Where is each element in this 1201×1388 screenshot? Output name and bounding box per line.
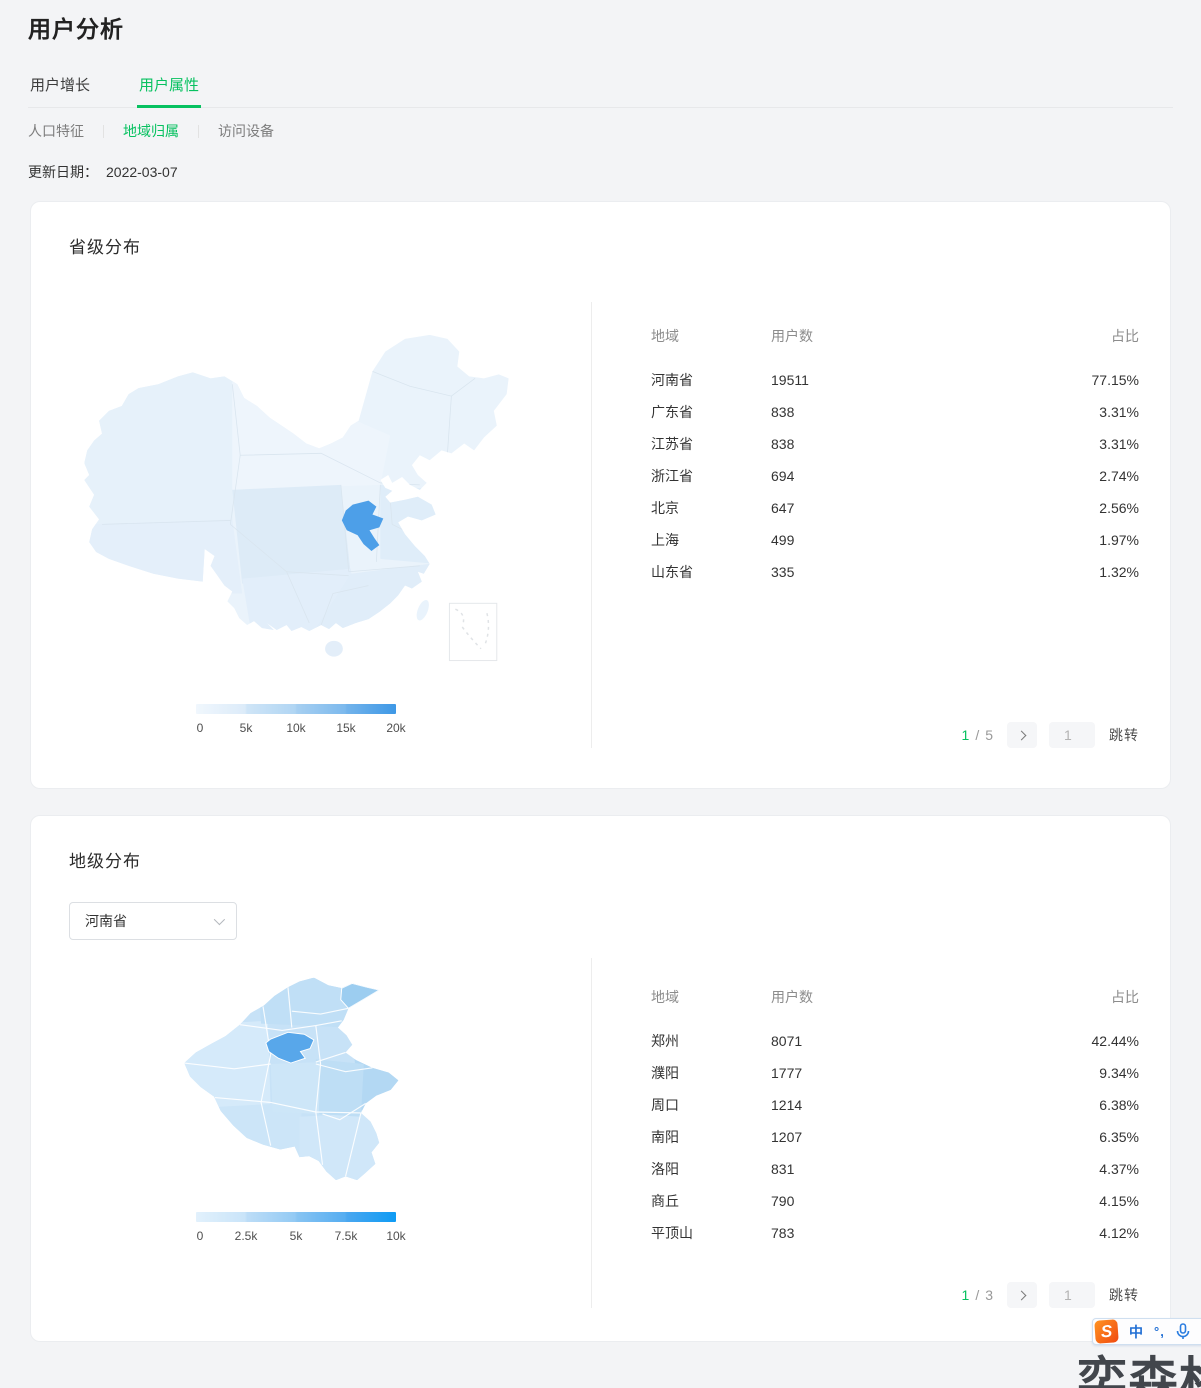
legend-tick: 10k [286, 721, 305, 735]
city-table: 地域 用户数 占比 郑州807142.44% 濮阳17779.34% 周口121… [651, 987, 1139, 1249]
col-header-users: 用户数 [771, 326, 1039, 346]
table-header-row: 地域 用户数 占比 [651, 987, 1139, 1007]
city-map-legend: 0 2.5k 5k 7.5k 10k [196, 1212, 396, 1244]
table-row: 山东省3351.32% [651, 556, 1139, 588]
subtab-divider [198, 125, 199, 138]
legend-tick: 0 [197, 1229, 204, 1243]
chevron-right-icon [1016, 730, 1026, 740]
city-card-title: 地级分布 [31, 816, 1170, 872]
legend-gradient-bar [196, 1212, 396, 1222]
current-page: 1 [962, 1287, 970, 1303]
chevron-down-icon [214, 914, 225, 925]
next-page-button[interactable] [1007, 1282, 1037, 1308]
province-select[interactable]: 河南省 [69, 902, 237, 940]
table-row: 洛阳8314.37% [651, 1153, 1139, 1185]
next-page-button[interactable] [1007, 722, 1037, 748]
province-map-legend: 0 5k 10k 15k 20k [196, 704, 396, 736]
legend-tick: 2.5k [235, 1229, 258, 1243]
page-jump-input[interactable] [1049, 722, 1095, 748]
china-map-panel: 0 5k 10k 15k 20k [31, 302, 591, 748]
update-date-row: 更新日期： 2022-03-07 [28, 162, 1173, 182]
main-tab-bar: 用户增长 用户属性 [28, 68, 1173, 108]
table-header-row: 地域 用户数 占比 [651, 326, 1139, 346]
subtab-region[interactable]: 地域归属 [123, 121, 179, 141]
table-row: 河南省1951177.15% [651, 364, 1139, 396]
col-header-region: 地域 [651, 326, 771, 346]
table-row: 浙江省6942.74% [651, 460, 1139, 492]
south-china-sea-inset [449, 603, 496, 660]
city-distribution-card: 地级分布 河南省 [30, 815, 1171, 1342]
watermark-text: 奕森格 [1077, 1341, 1201, 1388]
province-table: 地域 用户数 占比 河南省1951177.15% 广东省8383.31% 江苏省… [651, 326, 1139, 588]
tab-user-growth[interactable]: 用户增长 [28, 68, 92, 107]
henan-map-panel: 0 2.5k 5k 7.5k 10k [31, 958, 591, 1308]
table-row: 郑州807142.44% [651, 1025, 1139, 1057]
col-header-ratio: 占比 [1039, 987, 1139, 1007]
subtab-demographics[interactable]: 人口特征 [28, 121, 84, 141]
ime-punctuation-toggle[interactable]: °, [1154, 1324, 1165, 1339]
province-distribution-card: 省级分布 [30, 201, 1171, 789]
subtab-devices[interactable]: 访问设备 [218, 121, 274, 141]
henan-map [151, 968, 471, 1208]
city-pagination: 1 / 3 跳转 [651, 1282, 1139, 1308]
legend-tick: 20k [386, 721, 405, 735]
page-jump-input[interactable] [1049, 1282, 1095, 1308]
table-row: 南阳12076.35% [651, 1121, 1139, 1153]
province-table-panel: 地域 用户数 占比 河南省1951177.15% 广东省8383.31% 江苏省… [591, 302, 1170, 748]
table-row: 北京6472.56% [651, 492, 1139, 524]
total-pages: 5 [985, 727, 993, 743]
jump-button[interactable]: 跳转 [1109, 725, 1139, 745]
total-pages: 3 [985, 1287, 993, 1303]
legend-labels: 0 5k 10k 15k 20k [196, 721, 396, 736]
table-row: 商丘7904.15% [651, 1185, 1139, 1217]
chevron-right-icon [1016, 1290, 1026, 1300]
province-pagination: 1 / 5 跳转 [651, 722, 1139, 748]
subtab-divider [103, 125, 104, 138]
microphone-icon[interactable] [1176, 1323, 1190, 1340]
tab-user-attributes[interactable]: 用户属性 [137, 68, 201, 107]
col-header-users: 用户数 [771, 987, 1039, 1007]
legend-tick: 5k [240, 721, 253, 735]
city-table-panel: 地域 用户数 占比 郑州807142.44% 濮阳17779.34% 周口121… [591, 958, 1170, 1308]
ime-language-toggle[interactable]: 中 [1129, 1322, 1143, 1342]
col-header-region: 地域 [651, 987, 771, 1007]
page-separator: / [975, 727, 979, 743]
page-separator: / [975, 1287, 979, 1303]
table-row: 平顶山7834.12% [651, 1217, 1139, 1249]
page-title: 用户分析 [28, 10, 1173, 44]
col-header-ratio: 占比 [1039, 326, 1139, 346]
table-row: 江苏省8383.31% [651, 428, 1139, 460]
page-header: 用户分析 用户增长 用户属性 人口特征 地域归属 访问设备 更新日期： 2022-… [0, 0, 1201, 182]
legend-tick: 10k [386, 1229, 405, 1243]
legend-labels: 0 2.5k 5k 7.5k 10k [196, 1229, 396, 1244]
update-date-value: 2022-03-07 [106, 164, 178, 180]
sub-tab-bar: 人口特征 地域归属 访问设备 [28, 121, 1173, 141]
legend-tick: 7.5k [335, 1229, 358, 1243]
table-row: 濮阳17779.34% [651, 1057, 1139, 1089]
update-date-label: 更新日期： [28, 164, 98, 180]
table-row: 周口12146.38% [651, 1089, 1139, 1121]
province-card-title: 省级分布 [31, 202, 1170, 258]
current-page: 1 [962, 727, 970, 743]
legend-gradient-bar [196, 704, 396, 714]
table-row: 上海4991.97% [651, 524, 1139, 556]
table-row: 广东省8383.31% [651, 396, 1139, 428]
legend-tick: 15k [336, 721, 355, 735]
legend-tick: 5k [290, 1229, 303, 1243]
china-map [81, 327, 581, 702]
legend-tick: 0 [197, 721, 204, 735]
jump-button[interactable]: 跳转 [1109, 1285, 1139, 1305]
province-select-value: 河南省 [85, 911, 127, 931]
